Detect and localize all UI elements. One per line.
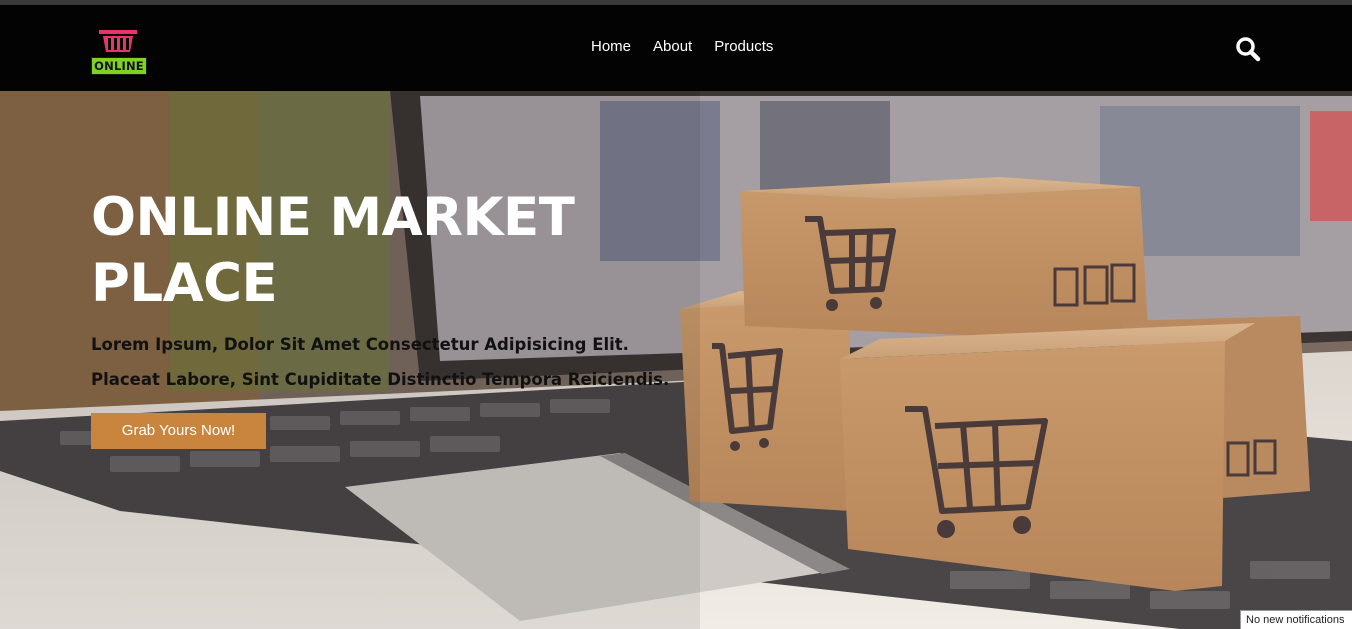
basket-icon (99, 30, 137, 52)
nav-home[interactable]: Home (591, 38, 631, 55)
grab-yours-now-button[interactable]: Grab Yours Now! (91, 413, 266, 449)
hero-subtitle: Lorem Ipsum, Dolor Sit Amet Consectetur … (91, 335, 670, 389)
hero-section: ONLINE MARKET PLACE Lorem Ipsum, Dolor S… (0, 91, 1352, 629)
logo[interactable]: ONLINE (91, 27, 147, 75)
nav-about[interactable]: About (653, 38, 692, 55)
main-nav: Home About Products (591, 38, 773, 55)
logo-label: ONLINE (91, 57, 147, 75)
search-button[interactable] (1235, 36, 1261, 62)
notification-toast: No new notifications (1240, 610, 1352, 629)
navbar: ONLINE Home About Products (0, 5, 1352, 91)
hero-title: ONLINE MARKET PLACE (91, 187, 575, 314)
search-icon (1236, 37, 1261, 62)
nav-products[interactable]: Products (714, 38, 773, 55)
